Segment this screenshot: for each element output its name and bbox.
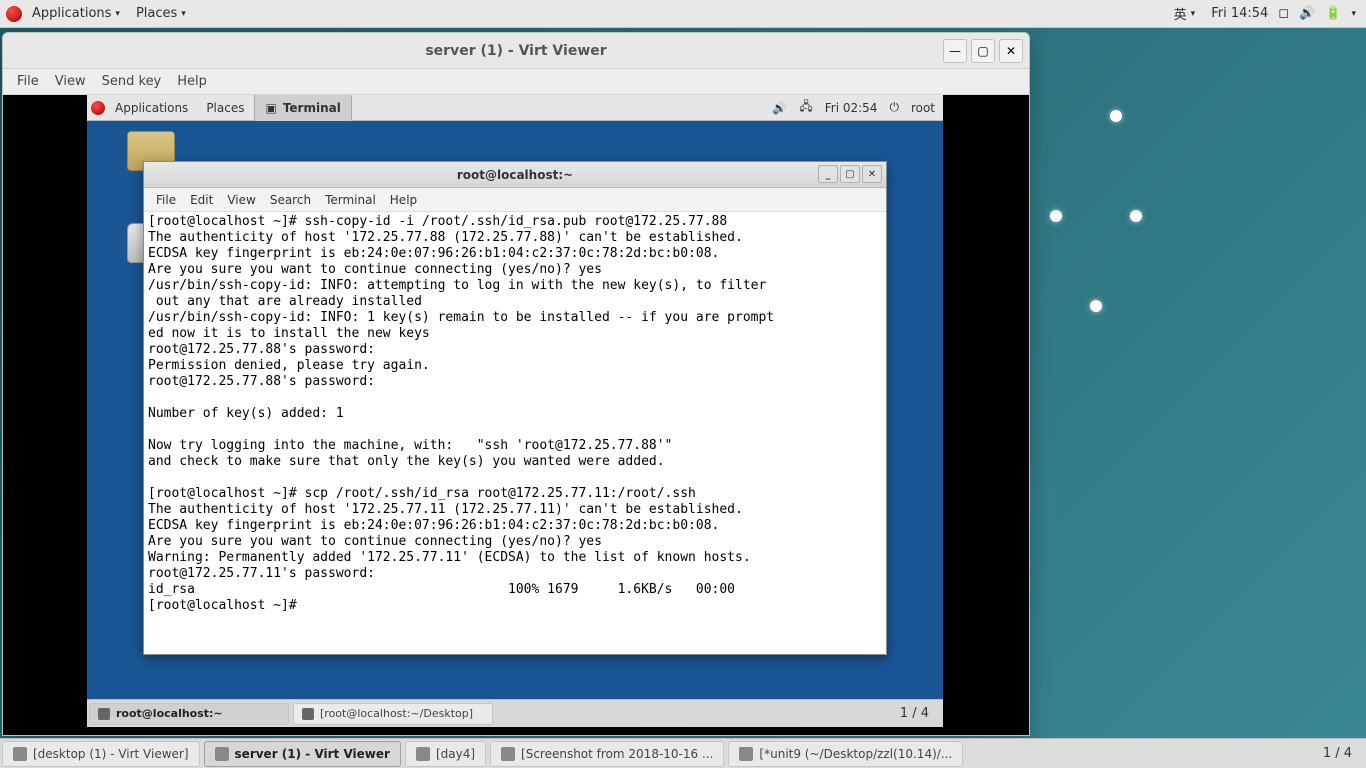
window-list-icon[interactable]: ◻: [1278, 6, 1289, 21]
guest-applications-menu[interactable]: Applications: [107, 101, 196, 115]
applications-menu[interactable]: Applications ▾: [26, 6, 126, 21]
network-icon[interactable]: 🖧: [799, 97, 812, 118]
battery-icon[interactable]: 🔋: [1325, 6, 1341, 21]
letterbox-left: [3, 95, 87, 735]
letterbox-right: [943, 95, 1029, 735]
menu-file[interactable]: File: [150, 191, 182, 209]
menu-help[interactable]: Help: [384, 191, 423, 209]
host-bottom-panel: [desktop (1) - Virt Viewer] server (1) -…: [0, 738, 1366, 768]
close-button[interactable]: ✕: [862, 165, 882, 183]
guest-user[interactable]: root: [911, 101, 935, 115]
redhat-logo-icon: [6, 6, 22, 22]
guest-desktop: Applications Places ▣ Terminal 🔊 🖧 Fri 0…: [87, 95, 943, 727]
terminal-icon: ▣: [265, 101, 276, 115]
label: [*unit9 (~/Desktop/zzl(10.14)/...: [759, 747, 952, 761]
guest-clock[interactable]: Fri 02:54: [825, 101, 878, 115]
caret-down-icon: ▾: [181, 9, 186, 19]
guest-workspace-indicator[interactable]: 1 / 4: [886, 706, 943, 721]
task-screenshot[interactable]: [Screenshot from 2018-10-16 ...: [490, 741, 724, 767]
menu-file[interactable]: File: [11, 72, 45, 91]
places-menu[interactable]: Places ▾: [130, 6, 192, 21]
label: Applications: [32, 6, 111, 21]
app-icon: [739, 747, 753, 761]
label: server (1) - Virt Viewer: [235, 747, 390, 761]
terminal-title: root@localhost:~: [457, 168, 573, 182]
label: root@localhost:~: [116, 707, 223, 720]
maximize-button[interactable]: ▢: [840, 165, 860, 183]
ime-indicator[interactable]: 英 ▾: [1168, 4, 1202, 23]
terminal-icon: [98, 708, 110, 720]
terminal-titlebar[interactable]: root@localhost:~ _ ▢ ✕: [144, 162, 886, 188]
menu-view[interactable]: View: [221, 191, 261, 209]
host-workspace-indicator[interactable]: 1 / 4: [1309, 746, 1366, 761]
app-icon: [215, 747, 229, 761]
label: Places: [206, 101, 244, 115]
guest-bottom-panel: root@localhost:~ [root@localhost:~/Deskt…: [87, 699, 943, 727]
app-icon: [416, 747, 430, 761]
window-title: server (1) - Virt Viewer: [425, 43, 606, 59]
virt-viewer-window: server (1) - Virt Viewer — ▢ ✕ File View…: [2, 32, 1030, 736]
task-unit9-editor[interactable]: [*unit9 (~/Desktop/zzl(10.14)/...: [728, 741, 963, 767]
task-day4[interactable]: [day4]: [405, 741, 486, 767]
terminal-output[interactable]: [root@localhost ~]# ssh-copy-id -i /root…: [144, 212, 886, 654]
minimize-button[interactable]: —: [943, 39, 967, 63]
label: [day4]: [436, 747, 475, 761]
redhat-logo-icon: [91, 101, 105, 115]
menu-help[interactable]: Help: [171, 72, 213, 91]
clock[interactable]: Fri 14:54: [1211, 6, 1268, 21]
terminal-icon: [302, 708, 314, 720]
label: [Screenshot from 2018-10-16 ...: [521, 747, 713, 761]
guest-active-app-terminal[interactable]: ▣ Terminal: [254, 95, 351, 121]
caret-down-icon: ▾: [1191, 9, 1196, 19]
guest-task-terminal[interactable]: root@localhost:~: [89, 703, 289, 725]
guest-task-terminal-desktop[interactable]: [root@localhost:~/Desktop]: [293, 703, 493, 725]
caret-down-icon: ▾: [1351, 9, 1356, 19]
volume-icon[interactable]: 🔊: [772, 101, 787, 115]
volume-icon[interactable]: 🔊: [1299, 6, 1315, 21]
menu-search[interactable]: Search: [264, 191, 317, 209]
terminal-menubar: File Edit View Search Terminal Help: [144, 188, 886, 212]
task-server-virt-viewer[interactable]: server (1) - Virt Viewer: [204, 741, 401, 767]
wallpaper-node-icon: [1130, 210, 1142, 222]
host-top-panel: Applications ▾ Places ▾ 英 ▾ Fri 14:54 ◻ …: [0, 0, 1366, 28]
app-icon: [13, 747, 27, 761]
label: Terminal: [283, 101, 341, 115]
label: Applications: [115, 101, 188, 115]
power-icon[interactable]: ⏻: [889, 100, 899, 115]
label: 英: [1174, 4, 1187, 23]
app-icon: [501, 747, 515, 761]
label: [desktop (1) - Virt Viewer]: [33, 747, 189, 761]
virt-viewer-menubar: File View Send key Help: [3, 69, 1029, 95]
guest-vm-display[interactable]: Applications Places ▣ Terminal 🔊 🖧 Fri 0…: [3, 95, 1029, 735]
menu-send-key[interactable]: Send key: [96, 72, 168, 91]
close-button[interactable]: ✕: [999, 39, 1023, 63]
menu-edit[interactable]: Edit: [184, 191, 219, 209]
maximize-button[interactable]: ▢: [971, 39, 995, 63]
wallpaper-node-icon: [1090, 300, 1102, 312]
wallpaper-node-icon: [1110, 110, 1122, 122]
terminal-window: root@localhost:~ _ ▢ ✕ File Edit View Se…: [143, 161, 887, 655]
label: [root@localhost:~/Desktop]: [320, 707, 473, 720]
label: Places: [136, 6, 177, 21]
guest-top-panel: Applications Places ▣ Terminal 🔊 🖧 Fri 0…: [87, 95, 943, 121]
menu-terminal[interactable]: Terminal: [319, 191, 382, 209]
virt-viewer-titlebar[interactable]: server (1) - Virt Viewer — ▢ ✕: [3, 33, 1029, 69]
caret-down-icon: ▾: [115, 9, 120, 19]
wallpaper-node-icon: [1050, 210, 1062, 222]
guest-places-menu[interactable]: Places: [198, 101, 252, 115]
menu-view[interactable]: View: [49, 72, 92, 91]
task-desktop-virt-viewer[interactable]: [desktop (1) - Virt Viewer]: [2, 741, 200, 767]
minimize-button[interactable]: _: [818, 165, 838, 183]
